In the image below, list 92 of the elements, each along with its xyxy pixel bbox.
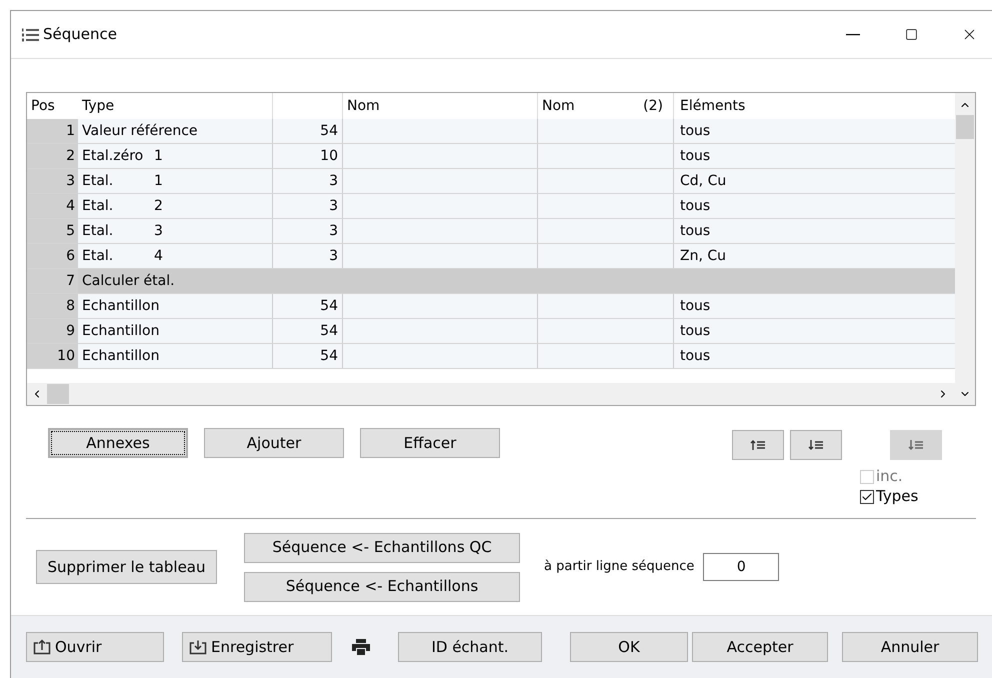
vertical-scrollbar[interactable] (955, 93, 975, 383)
start-line-field[interactable]: 0 (703, 553, 780, 581)
footer-button[interactable]: OK (570, 632, 688, 662)
checkbox-option[interactable]: Types (860, 484, 942, 504)
sort-button[interactable] (732, 430, 784, 460)
table-cell: 54 (320, 323, 338, 339)
table-cell: tous (680, 198, 710, 214)
table-row[interactable]: 5 Etal. 3 3 tous (27, 219, 955, 244)
table-cell: 3 (329, 223, 338, 239)
table-cell-text: Echantillon (82, 322, 160, 341)
download-tray-icon (189, 639, 207, 655)
row-number-cell: 8 (27, 294, 78, 318)
table-cell: tous (680, 123, 710, 139)
printer-icon (352, 639, 370, 655)
check-icon (861, 491, 873, 503)
table-cell: 10 (320, 148, 338, 164)
table-row[interactable]: 10 Echantillon 54 tous (27, 344, 955, 369)
table-cell: tous (680, 148, 710, 164)
table-cell: tous (680, 298, 710, 314)
table-cell: tous (680, 348, 710, 364)
table-cell-text: Calculer étal. (82, 272, 175, 291)
column-header[interactable]: Eléments (674, 93, 955, 119)
row-number-cell: 9 (27, 319, 78, 343)
minimize-icon (846, 34, 860, 36)
scroll-thumb[interactable] (956, 115, 974, 139)
table-cell: 3 (329, 198, 338, 214)
scroll-thumb[interactable] (47, 384, 69, 404)
sort-down-icon (908, 439, 924, 451)
table-row[interactable]: 8 Echantillon 54 tous (27, 294, 955, 319)
checkbox-label: Types (876, 488, 918, 504)
open-button[interactable]: Ouvrir (26, 632, 164, 662)
table-cell: 54 (320, 123, 338, 139)
sort-down-icon (808, 439, 824, 451)
row-number-cell: 5 (27, 219, 78, 243)
action-button[interactable]: Annexes (48, 428, 188, 458)
table-cell-text: Etal.zéro (82, 147, 144, 166)
clear-table-button[interactable]: Supprimer le tableau (36, 550, 217, 584)
import-button[interactable]: Séquence <- Echantillons QC (244, 532, 520, 562)
action-button[interactable]: Ajouter (204, 428, 344, 458)
table-cell-text: 4 (154, 247, 163, 266)
table-row[interactable]: 2 Etal.zéro 1 10 tous (27, 144, 955, 169)
table-cell-text: Etal. (82, 172, 114, 191)
horizontal-scrollbar[interactable] (27, 383, 975, 405)
table-row[interactable]: 4 Etal. 2 3 tous (27, 194, 955, 219)
table-cell: Cd, Cu (680, 173, 726, 189)
table-cell-text: Echantillon (82, 297, 160, 316)
import-button[interactable]: Séquence <- Echantillons (244, 572, 520, 602)
row-number-cell: 3 (27, 169, 78, 193)
checkbox-label: inc. (876, 468, 903, 484)
table-cell: 3 (329, 173, 338, 189)
header-label: (2) (643, 97, 663, 116)
row-number-cell: 1 (27, 119, 78, 143)
table-cell: 3 (329, 248, 338, 264)
table-cell-text: Echantillon (82, 347, 160, 366)
row-number-cell: 2 (27, 144, 78, 168)
table-cell-text: Etal. (82, 247, 114, 266)
row-number-cell: 7 (27, 269, 78, 293)
footer-button[interactable]: Accepter (692, 632, 828, 662)
row-number-cell: 4 (27, 194, 78, 218)
table-cell-text: 2 (154, 197, 163, 216)
window-title: Séquence (43, 24, 117, 46)
header-label: Nom (542, 97, 575, 116)
start-line-label: à partir ligne séquence (544, 558, 694, 576)
table-cell: Zn, Cu (680, 248, 726, 264)
table-row[interactable]: 3 Etal. 1 3 Cd, Cu (27, 169, 955, 194)
sort-button[interactable] (790, 430, 842, 460)
table-cell-text: Etal. (82, 197, 114, 216)
row-number-cell: 6 (27, 244, 78, 268)
table-cell: tous (680, 323, 710, 339)
column-header[interactable]: Pos (27, 93, 78, 119)
action-button[interactable]: Effacer (360, 428, 500, 458)
save-button[interactable]: Enregistrer (182, 632, 332, 662)
table-cell: 54 (320, 348, 338, 364)
footer-button[interactable]: ID échant. (398, 632, 542, 662)
table-cell: tous (680, 223, 710, 239)
footer-button[interactable]: Annuler (842, 632, 978, 662)
sort-up-icon (750, 439, 766, 451)
table-cell-text: 1 (154, 147, 163, 166)
numbered-list-icon (21, 26, 39, 42)
row-number-cell: 10 (27, 344, 78, 368)
table-row[interactable]: 6 Etal. 4 3 Zn, Cu (27, 244, 955, 269)
table-cell-text: 3 (154, 222, 163, 241)
table-cell-text: Valeur référence (82, 122, 198, 141)
checkbox[interactable] (860, 490, 874, 504)
table-row[interactable]: 1 Valeur référence 54 tous (27, 119, 955, 144)
table-cell-text: 1 (154, 172, 163, 191)
table-row[interactable]: 9 Echantillon 54 tous (27, 319, 955, 344)
table-row[interactable]: 7 Calculer étal. (27, 269, 955, 294)
maximize-icon (904, 28, 918, 41)
table-cell-text: Etal. (82, 222, 114, 241)
upload-tray-icon (33, 639, 51, 655)
table-cell: 54 (320, 298, 338, 314)
